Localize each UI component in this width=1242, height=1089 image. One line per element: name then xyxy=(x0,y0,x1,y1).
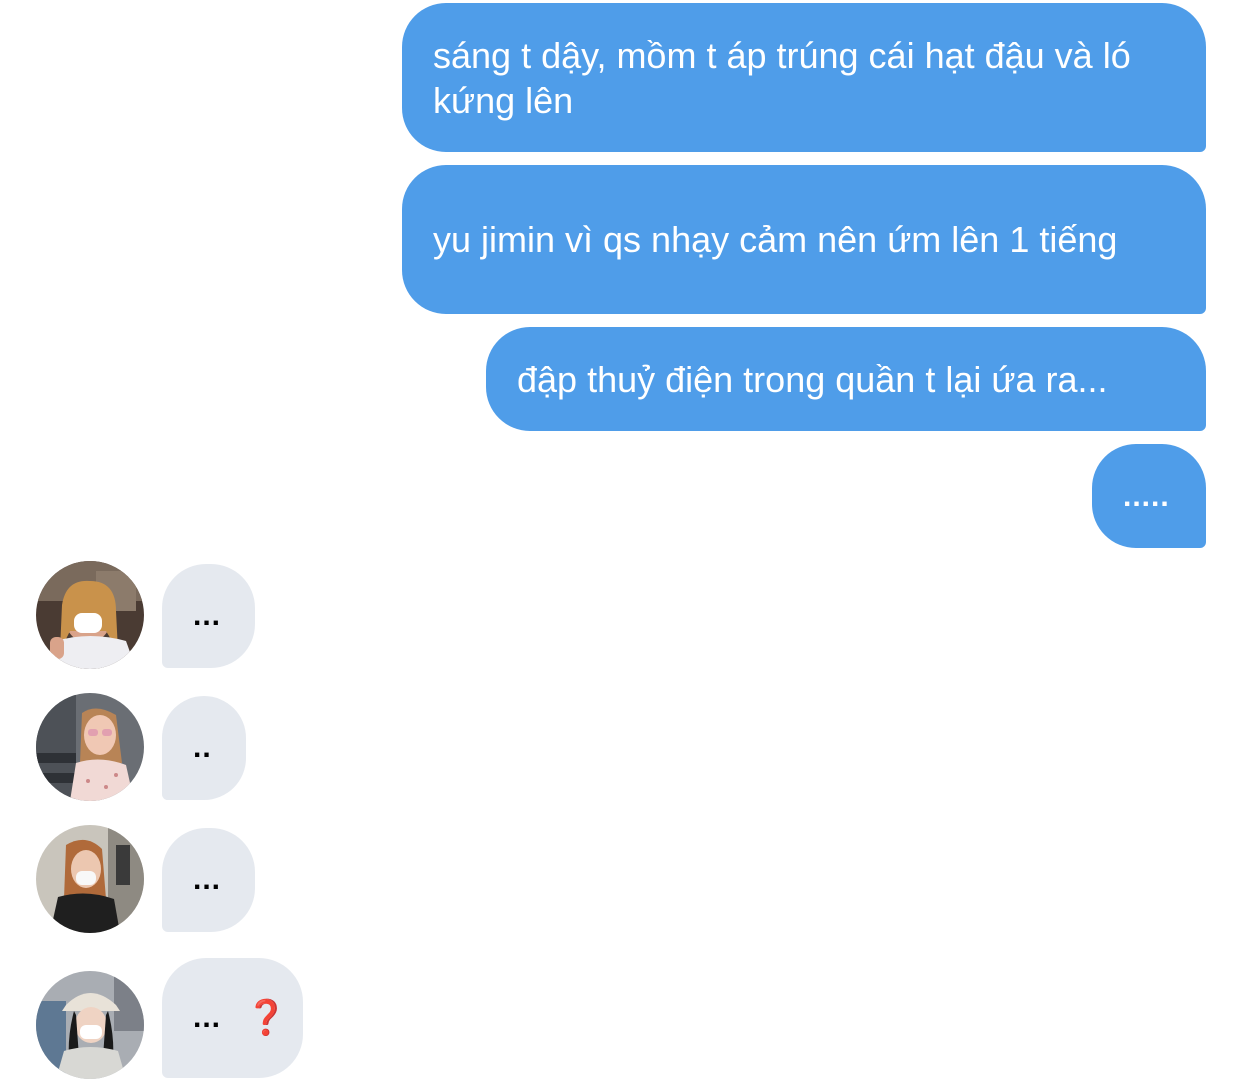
incoming-message-2[interactable]: .. xyxy=(162,696,246,800)
avatar-girl-black-coat-mask[interactable] xyxy=(36,825,144,933)
message-text: ... xyxy=(193,599,222,632)
incoming-message-3[interactable]: ... xyxy=(162,828,255,932)
message-text: ..... xyxy=(1123,479,1170,513)
message-text: yu jimin vì qs nhạy cảm nên ứm lên 1 tiế… xyxy=(433,219,1118,260)
message-text: đập thuỷ điện trong quần t lại ứa ra... xyxy=(517,358,1108,400)
incoming-message-4[interactable]: ... ❓ xyxy=(162,958,303,1078)
incoming-message-1[interactable]: ... xyxy=(162,564,255,668)
message-text: .. xyxy=(193,731,212,764)
outgoing-message-1[interactable]: sáng t dậy, mồm t áp trúng cái hạt đậu v… xyxy=(402,3,1206,152)
avatar-girl-pink-sunglasses[interactable] xyxy=(36,693,144,801)
message-text: sáng t dậy, mồm t áp trúng cái hạt đậu v… xyxy=(433,34,1131,121)
outgoing-message-4[interactable]: ..... xyxy=(1092,444,1206,548)
outgoing-message-2[interactable]: yu jimin vì qs nhạy cảm nên ứm lên 1 tiế… xyxy=(402,165,1206,314)
avatar-girl-white-shirt-mask[interactable] xyxy=(36,561,144,669)
message-text: ... xyxy=(193,1001,222,1034)
message-text: ... xyxy=(193,863,222,896)
question-mark-emoji: ❓ xyxy=(245,999,288,1037)
outgoing-message-3[interactable]: đập thuỷ điện trong quần t lại ứa ra... xyxy=(486,327,1206,431)
avatar-girl-bucket-hat-mask[interactable] xyxy=(36,971,144,1079)
